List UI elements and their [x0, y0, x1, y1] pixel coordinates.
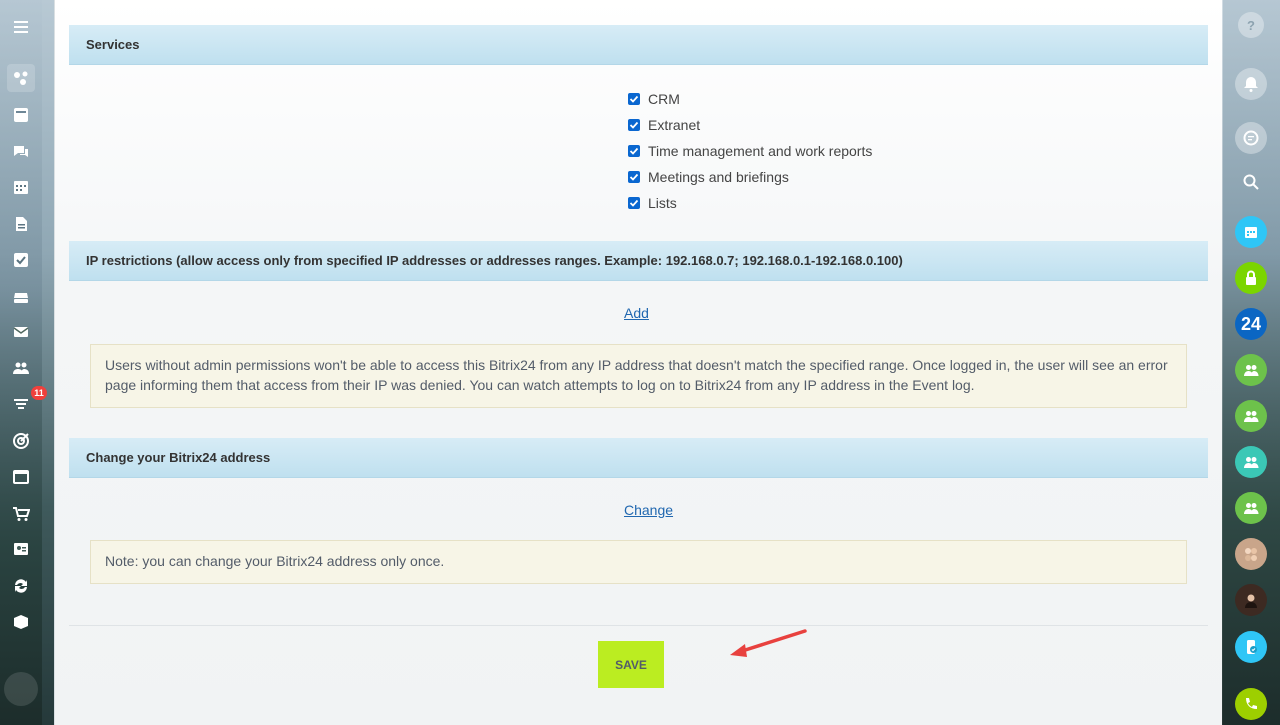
service-label: Lists	[648, 195, 677, 211]
lock-icon[interactable]	[1235, 262, 1267, 294]
search-icon[interactable]	[1235, 166, 1267, 198]
group-chat-icon[interactable]	[1235, 400, 1267, 432]
sidebar-scroll-button[interactable]	[4, 672, 38, 706]
service-option-time-management[interactable]: Time management and work reports	[628, 138, 872, 164]
service-label: CRM	[648, 91, 680, 107]
contact-center-icon[interactable]	[7, 535, 35, 563]
sites-icon[interactable]	[7, 64, 35, 92]
user-avatar-icon[interactable]	[1235, 584, 1267, 616]
marketing-target-icon[interactable]	[7, 427, 35, 455]
sites-window-icon[interactable]	[7, 463, 35, 491]
settings-panel: Services CRM Extranet Time management an…	[54, 0, 1223, 725]
service-option-meetings[interactable]: Meetings and briefings	[628, 164, 872, 190]
feed-icon[interactable]	[7, 101, 35, 129]
automation-icon[interactable]	[7, 572, 35, 600]
inventory-box-icon[interactable]	[7, 608, 35, 636]
ip-restrictions-section-header: IP restrictions (allow access only from …	[69, 241, 1208, 281]
bitrix24-icon[interactable]: 24	[1235, 308, 1267, 340]
ip-restrictions-note: Users without admin permissions won't be…	[90, 344, 1187, 408]
help-icon[interactable]: ?	[1238, 12, 1264, 38]
service-option-lists[interactable]: Lists	[628, 190, 872, 216]
drive-icon[interactable]	[7, 283, 35, 311]
messenger-icon[interactable]	[1235, 122, 1267, 154]
service-option-crm[interactable]: CRM	[628, 86, 872, 112]
right-sidebar: ? 24	[1222, 0, 1280, 725]
group-chat-icon[interactable]	[1235, 492, 1267, 524]
calendar-icon[interactable]	[7, 173, 35, 201]
service-label: Extranet	[648, 117, 701, 133]
checkbox-icon[interactable]	[628, 93, 640, 105]
services-section-header: Services	[69, 25, 1208, 65]
group-chat-icon[interactable]	[1235, 446, 1267, 478]
shop-cart-icon[interactable]	[7, 500, 35, 528]
footer-divider	[69, 625, 1208, 626]
phone-icon[interactable]	[1235, 688, 1267, 720]
save-button[interactable]: SAVE	[598, 641, 664, 688]
checkbox-icon[interactable]	[628, 197, 640, 209]
tasks-icon[interactable]	[7, 246, 35, 274]
crm-badge: 11	[31, 386, 47, 400]
service-label: Time management and work reports	[648, 143, 873, 159]
svg-text:?: ?	[1247, 18, 1255, 33]
change-address-link[interactable]: Change	[624, 502, 673, 518]
mobile-app-icon[interactable]	[1235, 631, 1267, 663]
annotation-arrow	[730, 629, 807, 657]
groups-icon[interactable]	[7, 354, 35, 382]
left-sidebar: 11	[0, 0, 47, 725]
checkbox-icon[interactable]	[628, 171, 640, 183]
calendar-icon[interactable]	[1235, 216, 1267, 248]
service-label: Meetings and briefings	[648, 169, 789, 185]
change-address-note: Note: you can change your Bitrix24 addre…	[90, 540, 1187, 584]
change-address-section-header: Change your Bitrix24 address	[69, 438, 1208, 478]
chat-icon[interactable]	[7, 138, 35, 166]
menu-icon[interactable]	[7, 13, 35, 41]
group-chat-icon[interactable]	[1235, 354, 1267, 386]
services-checklist: CRM Extranet Time management and work re…	[628, 86, 872, 216]
service-option-extranet[interactable]: Extranet	[628, 112, 872, 138]
notifications-icon[interactable]	[1235, 68, 1267, 100]
crm-funnel-icon[interactable]: 11	[7, 386, 47, 418]
group-avatars-icon[interactable]	[1235, 538, 1267, 570]
checkbox-icon[interactable]	[628, 119, 640, 131]
docs-icon[interactable]	[7, 210, 35, 238]
add-ip-link[interactable]: Add	[624, 305, 649, 321]
checkbox-icon[interactable]	[628, 145, 640, 157]
mail-icon[interactable]	[7, 318, 35, 346]
